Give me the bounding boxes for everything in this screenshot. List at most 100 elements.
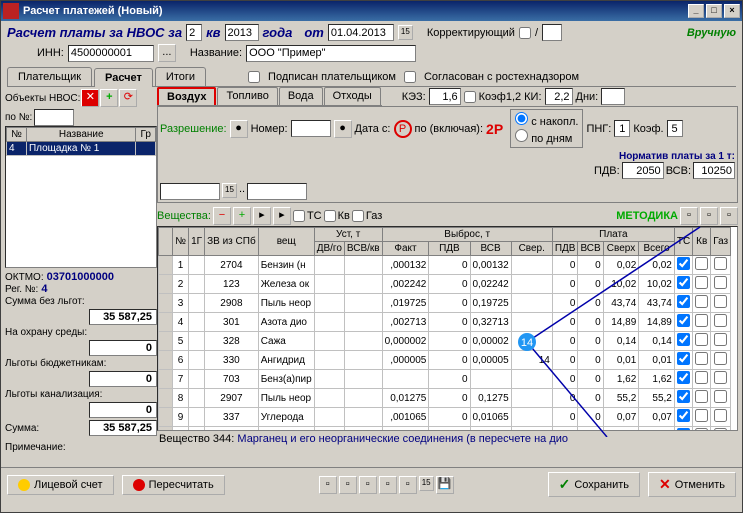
ohrana-lbl: На охрану среды: — [5, 327, 87, 338]
recalc-icon — [133, 479, 145, 491]
vsv-input[interactable] — [693, 162, 735, 179]
kez-lbl: КЭЗ: — [402, 91, 426, 103]
account-btn[interactable]: Лицевой счет — [7, 475, 114, 495]
radio-dnyam[interactable] — [515, 129, 528, 142]
agreed-lbl: Согласован с ростехнадзором — [424, 71, 579, 83]
correcting-lbl: Корректирующий — [427, 27, 515, 39]
close-btn[interactable]: × — [724, 4, 740, 18]
correcting-chk[interactable] — [519, 27, 531, 39]
signed-chk[interactable] — [248, 71, 260, 83]
datas-circle[interactable]: P — [394, 120, 412, 138]
f-t3[interactable]: ▫ — [359, 476, 377, 494]
objects-grid[interactable]: №НазваниеГр 4Площадка № 1 — [5, 126, 157, 268]
f-cal[interactable]: 15 — [419, 476, 434, 491]
nomer-tool[interactable]: ● — [334, 120, 352, 138]
title-bar: Расчет платежей (Новый) _ □ × — [1, 1, 742, 21]
vesh-e3[interactable]: ▫ — [720, 207, 738, 225]
pdv-input[interactable] — [622, 162, 664, 179]
kv-lbl: кв — [206, 25, 220, 40]
f-t1[interactable]: ▫ — [319, 476, 337, 494]
metodika-lbl: МЕТОДИКА — [616, 210, 678, 222]
date-picker-btn[interactable]: 15 — [398, 25, 413, 40]
tab-calc[interactable]: Расчет — [94, 68, 153, 87]
date-input[interactable] — [328, 24, 394, 41]
grid-row[interactable]: 12704Бензин (н,00013200,00132000,020,02 — [159, 256, 731, 275]
vesh-t2[interactable]: ▸ — [273, 207, 291, 225]
vesh-del[interactable]: − — [213, 207, 231, 225]
tab-totals[interactable]: Итоги — [155, 67, 206, 86]
permit-extra1[interactable] — [160, 183, 220, 200]
vesh-e2[interactable]: ▫ — [700, 207, 718, 225]
vesh-t1[interactable]: ▸ — [253, 207, 271, 225]
inn-lookup[interactable]: ... — [158, 44, 176, 62]
koef12-chk[interactable] — [464, 91, 476, 103]
subtab-water[interactable]: Вода — [279, 87, 323, 105]
object-row[interactable]: 4Площадка № 1 — [7, 142, 156, 156]
minimize-btn[interactable]: _ — [688, 4, 704, 18]
grid-row[interactable]: 4301Азота дио,00271300,327130014,8914,89 — [159, 313, 731, 332]
header-row: Расчет платы за НВОС за кв года от 15 Ко… — [1, 21, 742, 44]
cancel-btn[interactable]: ✕Отменить — [648, 472, 736, 497]
grid-row[interactable]: 5328Сажа0,00000200,00002000,140,14 — [159, 332, 731, 351]
objects-lbl: Объекты НВОС: — [5, 93, 80, 104]
recalc-btn[interactable]: Пересчитать — [122, 475, 225, 495]
substances-grid[interactable]: № 1Г ЗВ из СПб вещ Уст, т Выброс, т Плат… — [157, 226, 738, 431]
po-no-input[interactable] — [34, 109, 74, 126]
inn-lbl: ИНН: — [37, 47, 64, 59]
vesh-e1[interactable]: ▫ — [680, 207, 698, 225]
f-t4[interactable]: ▫ — [379, 476, 397, 494]
f-t5[interactable]: ▫ — [399, 476, 417, 494]
footer-vesh-lbl: Вещество 344: — [159, 433, 234, 445]
grid-row[interactable]: 2123Железа ок,00224200,022420010,0210,02 — [159, 275, 731, 294]
razresh-lbl: Разрешение: — [160, 123, 227, 135]
flt-tc[interactable] — [293, 210, 305, 222]
lgb-lbl: Льготы бюджетникам: — [5, 358, 106, 369]
datas-lbl: Дата с: — [355, 123, 391, 135]
obj-refresh-btn[interactable]: ⟳ — [119, 89, 137, 107]
year-input[interactable] — [225, 24, 259, 41]
kez-input[interactable] — [429, 88, 461, 105]
permit-extra2[interactable] — [247, 183, 307, 200]
agreed-chk[interactable] — [404, 71, 416, 83]
footer-bar: Лицевой счет Пересчитать ▫▫ ▫▫ ▫ 15 💾 ✓С… — [1, 467, 742, 501]
grid-row[interactable]: 9337Углерода,00106500,01065000,070,07 — [159, 408, 731, 427]
dni-input[interactable] — [601, 88, 625, 105]
header-label: Расчет платы за НВОС за — [7, 25, 182, 40]
vesh-add[interactable]: + — [233, 207, 251, 225]
grid-row[interactable]: 32908Пыль неор,01972500,197250043,7443,7… — [159, 294, 731, 313]
grid-row[interactable]: 82907Пыль неор0,0127500,12750055,255,2 — [159, 389, 731, 408]
nomer-input[interactable] — [291, 120, 331, 137]
flt-kv[interactable] — [324, 210, 336, 222]
koef-input[interactable] — [667, 120, 683, 137]
png-input[interactable] — [614, 120, 630, 137]
maximize-btn[interactable]: □ — [706, 4, 722, 18]
goda-lbl: года — [263, 25, 293, 40]
obj-add-btn[interactable]: + — [100, 89, 118, 107]
radio-nakopl[interactable] — [515, 112, 528, 125]
obj-del-btn[interactable]: ✕ — [81, 89, 99, 107]
flt-gaz[interactable] — [352, 210, 364, 222]
subtab-fuel[interactable]: Топливо — [217, 87, 277, 105]
app-icon — [3, 3, 19, 19]
two-p: 2Р — [486, 121, 503, 137]
lgk-val: 0 — [89, 402, 157, 418]
f-t2[interactable]: ▫ — [339, 476, 357, 494]
subtab-waste[interactable]: Отходы — [324, 87, 381, 105]
subtab-air[interactable]: Воздух — [157, 87, 216, 105]
permit-cal1[interactable]: 15 — [222, 183, 237, 198]
grid-row[interactable]: 6330Ангидрид,00000500,0000514000,010,01 — [159, 351, 731, 370]
grid-row[interactable]: 7703Бенз(а)пир0001,621,62 — [159, 370, 731, 389]
quarter-input[interactable] — [186, 24, 202, 41]
f-save-icon[interactable]: 💾 — [436, 476, 454, 494]
koef12-lbl: Коэф1,2 — [479, 91, 521, 103]
ki-input[interactable] — [545, 88, 573, 105]
lgk-lbl: Льготы канализация: — [5, 389, 102, 400]
name-input[interactable] — [246, 45, 416, 62]
save-btn[interactable]: ✓Сохранить — [548, 472, 640, 497]
sum-nl-val: 35 587,25 — [89, 309, 157, 325]
correcting-num[interactable] — [542, 24, 562, 41]
ki-lbl: КИ: — [524, 91, 541, 103]
permit-tool[interactable]: ● — [230, 120, 248, 138]
inn-input[interactable] — [68, 45, 154, 62]
tab-payer[interactable]: Плательщик — [7, 67, 92, 86]
